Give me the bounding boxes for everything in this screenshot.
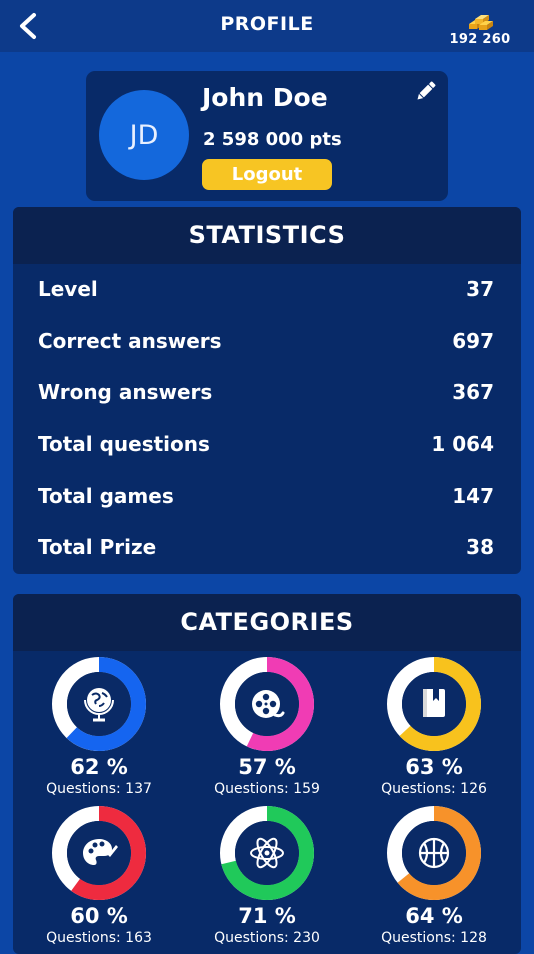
progress-ring — [220, 806, 314, 900]
progress-ring — [220, 657, 314, 751]
category-sports[interactable]: 64 % Questions: 128 — [359, 806, 509, 946]
statistics-panel: STATISTICS Level 37 Correct answers 697 … — [13, 207, 521, 574]
stat-value: 38 — [466, 535, 494, 559]
stat-row-wrong-answers: Wrong answers 367 — [38, 380, 494, 410]
stat-value: 147 — [452, 484, 494, 508]
basketball-icon — [418, 837, 450, 869]
statistics-title: STATISTICS — [13, 207, 521, 264]
gold-bars-icon — [469, 15, 493, 30]
progress-ring — [52, 806, 146, 900]
user-name: John Doe — [202, 83, 328, 112]
stat-row-total-prize: Total Prize 38 — [38, 535, 494, 565]
category-percent: 71 % — [238, 904, 296, 928]
coin-amount: 192 260 — [449, 32, 511, 47]
stat-value: 37 — [466, 277, 494, 301]
category-questions: Questions: 137 — [46, 781, 152, 797]
categories-title: CATEGORIES — [13, 594, 521, 651]
category-questions: Questions: 163 — [46, 930, 152, 946]
category-questions: Questions: 159 — [214, 781, 320, 797]
book-icon — [423, 689, 445, 717]
top-bar: PROFILE 192 260 — [0, 0, 534, 52]
category-percent: 57 % — [238, 755, 296, 779]
progress-ring — [387, 657, 481, 751]
category-literature[interactable]: 63 % Questions: 126 — [359, 657, 509, 797]
stat-row-correct-answers: Correct answers 697 — [38, 329, 494, 359]
user-points: 2 598 000 pts — [203, 129, 342, 150]
coin-balance: 192 260 — [438, 10, 522, 47]
profile-card: JD John Doe 2 598 000 pts Logout — [86, 71, 448, 201]
stat-value: 1 064 — [431, 432, 494, 456]
category-questions: Questions: 126 — [381, 781, 487, 797]
category-movies[interactable]: 57 % Questions: 159 — [192, 657, 342, 797]
category-percent: 62 % — [70, 755, 128, 779]
category-percent: 63 % — [405, 755, 463, 779]
category-questions: Questions: 128 — [381, 930, 487, 946]
category-geography[interactable]: 62 % Questions: 137 — [24, 657, 174, 797]
stat-value: 367 — [452, 380, 494, 404]
category-questions: Questions: 230 — [214, 930, 320, 946]
stat-label: Wrong answers — [38, 380, 213, 404]
category-percent: 60 % — [70, 904, 128, 928]
stat-label: Total Prize — [38, 535, 157, 559]
category-percent: 64 % — [405, 904, 463, 928]
stat-label: Total questions — [38, 432, 210, 456]
logout-button[interactable]: Logout — [202, 159, 332, 190]
stat-row-total-games: Total games 147 — [38, 484, 494, 514]
stat-label: Total games — [38, 484, 174, 508]
stat-row-total-questions: Total questions 1 064 — [38, 432, 494, 462]
edit-profile-button[interactable] — [413, 78, 439, 104]
categories-panel: CATEGORIES 62 % Questions: 137 57 % Ques… — [13, 594, 521, 954]
pencil-icon — [417, 81, 436, 100]
stat-label: Correct answers — [38, 329, 222, 353]
avatar[interactable]: JD — [99, 90, 189, 180]
category-art[interactable]: 60 % Questions: 163 — [24, 806, 174, 946]
category-science[interactable]: 71 % Questions: 230 — [192, 806, 342, 946]
stat-row-level: Level 37 — [38, 277, 494, 307]
stat-value: 697 — [452, 329, 494, 353]
progress-ring — [387, 806, 481, 900]
stat-label: Level — [38, 277, 98, 301]
progress-ring — [52, 657, 146, 751]
